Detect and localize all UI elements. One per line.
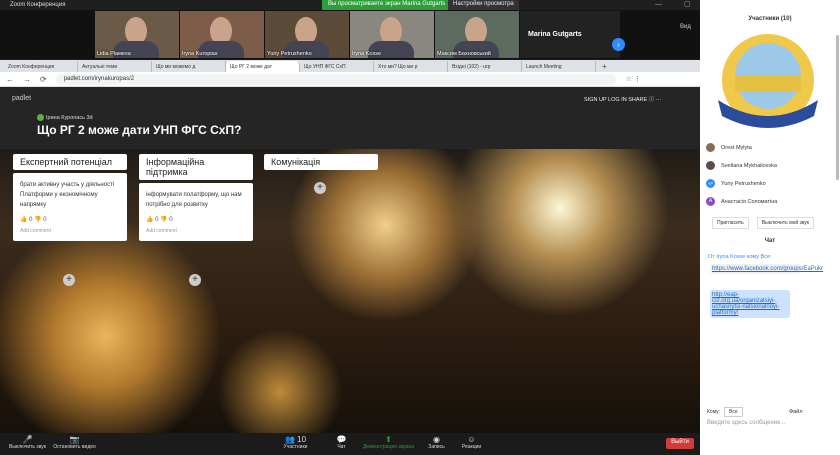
agrarian-union-logo (718, 34, 818, 128)
browser-tab[interactable]: Launch Meeting (522, 61, 596, 72)
padlet-header: padlet SIGN UP LOG IN SHARE ⓘ ··· Ірина … (0, 87, 700, 149)
column-title: Експертний потенціал (13, 154, 127, 170)
browser-tab[interactable]: Вхідні (102) - urp (448, 61, 522, 72)
padlet-column: Експертний потенціал брати активну участ… (13, 154, 127, 241)
leave-button[interactable]: Выйти (666, 438, 694, 449)
browser-tab[interactable]: Zoom Конференция (4, 61, 78, 72)
more-icon[interactable]: ··· (656, 97, 662, 103)
url-input[interactable]: padlet.com/irynakuropas/2 (55, 73, 616, 85)
participants-scrollbar[interactable] (836, 35, 839, 180)
browser-tab[interactable]: Актуальні теми (78, 61, 152, 72)
emoji-icon: ☺ (467, 435, 476, 444)
video-thumb[interactable]: Iryna Kosse (350, 11, 434, 58)
add-comment[interactable]: Add comment (146, 228, 246, 234)
mute-me-button[interactable]: Выключить мой звук (756, 217, 815, 229)
padlet-column: Інформаційна підтримка інформувати полат… (139, 154, 253, 241)
participant-row[interactable]: А Анастасія Соломатіна (706, 197, 834, 206)
new-tab-icon[interactable]: + (596, 61, 613, 72)
browser-tab[interactable]: Хто ми? Що ми р (374, 61, 448, 72)
author-avatar (37, 114, 44, 121)
chat-input[interactable]: Введите здесь сообщение... (707, 420, 786, 426)
column-title: Інформаційна підтримка (139, 154, 253, 180)
video-thumb[interactable]: Yuriy Petrushenko (265, 11, 349, 58)
forward-icon[interactable]: → (23, 75, 31, 84)
chat-recipient: Кому: Все (707, 407, 743, 417)
chat-link[interactable]: http://eap-csf.org.ua/organizatsiyi-ucha… (710, 290, 790, 318)
participant-row[interactable]: Svetlana Mykhailovska (706, 161, 834, 170)
author-line: Ірина Куропась 3d (37, 114, 93, 121)
padlet-board: padlet SIGN UP LOG IN SHARE ⓘ ··· Ірина … (0, 87, 700, 433)
view-options-button[interactable]: Настройки просмотра (448, 0, 519, 10)
participants-title: Участники (10) (748, 16, 792, 22)
column-title: Комунікація (264, 154, 378, 170)
page-title: Що РГ 2 може дати УНП ФГС СхП? (37, 123, 242, 137)
browser-tab[interactable]: Що УНП ФГС СхП (300, 61, 374, 72)
chat-sender: От Iryna Kosse кому Все: (708, 254, 772, 260)
padlet-card[interactable]: інформувати полатформу, що нам потрібно … (139, 183, 253, 241)
recipient-select[interactable]: Все (724, 407, 743, 417)
shared-browser: Zoom Конференция Актуальні теми Що ми мо… (0, 60, 700, 433)
reload-icon[interactable]: ⟳ (40, 75, 47, 84)
invite-button[interactable]: Пригласить (712, 217, 749, 229)
browser-tab-active[interactable]: Що РГ 2 може дат (226, 61, 300, 72)
tab-strip: Zoom Конференция Актуальні теми Що ми мо… (0, 60, 700, 72)
back-icon[interactable]: ← (6, 75, 14, 84)
zoom-toolbar: 🎤 Выключить звук 📷 Остановить видео 👥 10 Уч… (0, 433, 700, 455)
stop-video-button[interactable]: 📷 Остановить видео (47, 435, 102, 450)
avatar: А (706, 197, 715, 206)
share-screen-button[interactable]: ⬆ Демонстрация экрана (361, 435, 416, 450)
share-link[interactable]: SHARE (628, 97, 647, 103)
extensions-icon[interactable]: ☆ ⋮ (626, 75, 641, 83)
padlet-column: Комунікація (264, 154, 378, 170)
log-in-link[interactable]: LOG IN (608, 97, 627, 103)
add-post-button[interactable]: + (314, 182, 326, 194)
add-post-button[interactable]: + (63, 274, 75, 286)
share-screen-icon: ⬆ (385, 435, 392, 444)
reactions[interactable]: 👍 0 👎 0 (146, 216, 246, 223)
camera-icon: 📷 (69, 435, 80, 444)
sign-up-link[interactable]: SIGN UP (584, 97, 607, 103)
padlet-logo[interactable]: padlet (12, 95, 31, 102)
app-title: Zoom Конференция (10, 2, 66, 8)
avatar (706, 143, 715, 152)
next-page-icon[interactable]: › (612, 38, 625, 51)
video-thumb[interactable]: Iryna Kuropias (180, 11, 264, 58)
chat-title: Чат (764, 238, 776, 244)
participant-row[interactable]: Orest Mylyta (706, 143, 834, 152)
video-gallery: Lidia Plaмesa Iryna Kuropias Yuriy Petru… (0, 10, 700, 59)
reactions-button[interactable]: ☺ Реакции (444, 435, 499, 450)
view-button[interactable]: Вид (680, 24, 691, 30)
right-panel: Участники (10) Orest Mylyta Svetlana Myk… (700, 0, 840, 455)
add-comment[interactable]: Add comment (20, 228, 120, 234)
padlet-menu: SIGN UP LOG IN SHARE ⓘ ··· (584, 95, 661, 103)
browser-tab[interactable]: Що ми можемо д (152, 61, 226, 72)
video-thumb[interactable]: Lidia Plaмesa (95, 11, 179, 58)
avatar (706, 161, 715, 170)
video-thumb[interactable]: Максим Бахновський (435, 11, 519, 58)
avatar: YP (706, 179, 715, 188)
participant-row[interactable]: YP Yuriy Petrushenko (706, 179, 834, 188)
chat-link[interactable]: https://www.facebook.com/groups/EaPukr (710, 264, 823, 274)
sharing-banner: Вы просматриваете экран Marina Gutgarts (322, 0, 452, 10)
file-button[interactable]: Файл (789, 409, 803, 415)
help-icon[interactable]: ⓘ (649, 97, 655, 103)
padlet-card[interactable]: брати активну участь у діяльності Платфо… (13, 173, 127, 241)
address-bar-row: ← → ⟳ padlet.com/irynakuropas/2 ☆ ⋮ (0, 72, 700, 87)
reactions[interactable]: 👍 0 👎 0 (20, 216, 120, 223)
video-thumb-active[interactable]: Marina Gutgarts (520, 11, 620, 58)
participant-actions: Пригласить Выключить мой звук (712, 217, 822, 229)
add-post-button[interactable]: + (189, 274, 201, 286)
